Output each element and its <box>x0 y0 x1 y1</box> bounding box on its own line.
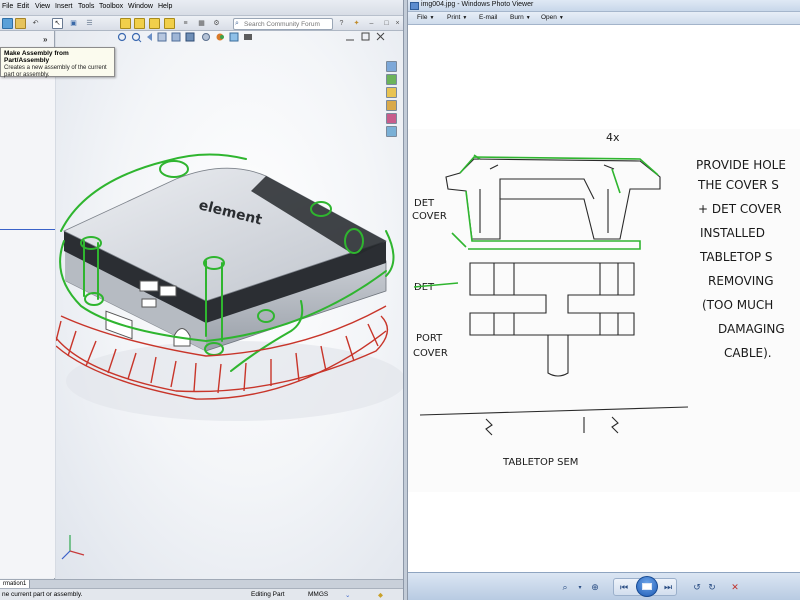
display-icon[interactable]: ▦ <box>196 18 207 29</box>
restore-icon[interactable]: □ <box>381 18 392 29</box>
sketch-note-4: INSTALLED <box>700 226 765 240</box>
layers-icon[interactable]: ≡ <box>180 18 191 29</box>
part-icon[interactable] <box>149 18 160 29</box>
drawing-icon[interactable] <box>134 18 145 29</box>
menu-view[interactable]: View <box>35 3 50 10</box>
menu-tools[interactable]: Tools <box>78 3 94 10</box>
next-icon[interactable]: ⏭ <box>661 580 675 594</box>
select-arrow-icon[interactable]: ↖ <box>52 18 63 29</box>
graphics-viewport[interactable]: element <box>56 31 403 579</box>
zoom-dropdown-icon[interactable]: ▾ <box>573 580 587 594</box>
origin-triad-icon <box>61 535 85 560</box>
sketch-note-8: DAMAGING <box>718 322 785 336</box>
sketch-note-2: THE COVER S <box>697 178 779 192</box>
caret-down-icon: ▼ <box>462 15 468 21</box>
model-enclosure[interactable]: element <box>56 31 403 579</box>
tooltip: Make Assembly from Part/Assembly Creates… <box>0 47 115 78</box>
sketch-label-tabletop-sem: TABLETOP SEM <box>502 457 578 468</box>
cad-menubar: File Edit View Insert Tools Toolbox Wind… <box>0 0 403 16</box>
slideshow-button[interactable] <box>636 576 658 597</box>
rebuild-status-icon[interactable]: ◆ <box>378 591 383 599</box>
zoom-icon[interactable]: ⌕ <box>558 580 572 594</box>
rebuild-icon[interactable]: ▣ <box>68 18 79 29</box>
menu-insert[interactable]: Insert <box>55 3 73 10</box>
undo-icon[interactable]: ↶ <box>30 18 41 29</box>
caret-down-icon: ▼ <box>525 15 531 21</box>
actual-size-icon[interactable]: ⊕ <box>588 580 602 594</box>
previous-icon[interactable]: ⏮ <box>617 580 631 594</box>
options-icon[interactable]: ☰ <box>84 18 95 29</box>
viewer-menu-file-label: File <box>417 14 428 21</box>
status-units[interactable]: MMGS <box>308 591 328 598</box>
status-bar: ne current part or assembly. Editing Par… <box>0 588 403 600</box>
sketch-note-6: REMOVING <box>708 274 774 288</box>
viewer-titlebar: img004.jpg - Windows Photo Viewer <box>408 0 800 12</box>
tooltip-description: Creates a new assembly of the current pa… <box>4 65 107 78</box>
feature-tree[interactable] <box>0 48 55 578</box>
sketch-photo: 4x DET COVER DET PORT COVER TABLETOP SEM… <box>408 129 800 492</box>
cad-toolbar: ↶ ↖ ▣ ☰ ≡ ▦ ⚙ ⌕ ? ✦ ‒ □ × <box>0 16 403 31</box>
viewer-menubar: File ▼ Print ▼ E-mail Burn ▼ Open ▼ <box>408 12 800 25</box>
slideshow-icon <box>642 583 652 590</box>
viewer-menu-print[interactable]: Print ▼ <box>447 14 467 21</box>
menu-edit[interactable]: Edit <box>17 3 29 10</box>
sketch-note-9: CABLE). <box>724 346 772 360</box>
document-tabs: rmation1 <box>0 579 403 589</box>
viewer-menu-file[interactable]: File ▼ <box>417 14 434 21</box>
help-icon[interactable]: ? <box>336 18 347 29</box>
close-icon[interactable]: × <box>392 18 403 29</box>
viewer-menu-print-label: Print <box>447 14 461 21</box>
sketch-note-3: + DET COVER <box>698 202 782 216</box>
photo-viewer-icon <box>410 2 419 10</box>
sketch-label-port-cover-2: COVER <box>413 348 448 359</box>
lightbulb-icon[interactable]: ✦ <box>351 18 362 29</box>
sketch-note-5: TABLETOP S <box>699 250 773 264</box>
viewer-menu-open[interactable]: Open ▼ <box>541 14 564 21</box>
rotate-counterclockwise-icon[interactable]: ↺ <box>690 580 704 594</box>
assembly-icon[interactable] <box>120 18 131 29</box>
search-box[interactable]: ⌕ <box>233 18 333 30</box>
status-message: ne current part or assembly. <box>2 591 83 598</box>
sketch-label-4x: 4x <box>606 131 620 144</box>
panel-expand-icon[interactable]: » <box>43 35 47 44</box>
delete-icon[interactable]: ✕ <box>728 580 742 594</box>
sketch-pencil-lines <box>419 158 689 436</box>
search-input[interactable] <box>244 20 322 29</box>
sketch-green-markup <box>413 154 659 288</box>
status-mode: Editing Part <box>251 591 285 598</box>
settings-icon[interactable]: ⚙ <box>211 18 222 29</box>
viewer-title: img004.jpg - Windows Photo Viewer <box>421 1 534 8</box>
tooltip-title: Make Assembly from Part/Assembly <box>4 50 69 64</box>
menu-window[interactable]: Window <box>128 3 153 10</box>
tree-selection-line <box>0 229 55 230</box>
viewer-menu-email[interactable]: E-mail <box>479 14 497 21</box>
rotate-clockwise-icon[interactable]: ↻ <box>705 580 719 594</box>
photo-area[interactable]: 4x DET COVER DET PORT COVER TABLETOP SEM… <box>408 25 800 572</box>
sketch-note-7: (TOO MUCH <box>702 298 773 312</box>
viewer-menu-burn[interactable]: Burn ▼ <box>510 14 531 21</box>
caret-down-icon: ▼ <box>429 15 435 21</box>
sketch-note-1: PROVIDE HOLE <box>696 158 786 172</box>
units-chevron-icon[interactable]: ⌄ <box>345 591 350 599</box>
open-folder-icon[interactable] <box>15 18 26 29</box>
minimize-icon[interactable]: ‒ <box>366 18 377 29</box>
viewer-controls-bar: ⌕ ▾ ⊕ ⏮ ⏭ ↺ ↻ ✕ <box>408 572 800 600</box>
feature-manager-panel: » <box>0 31 55 579</box>
menu-file[interactable]: File <box>2 3 13 10</box>
menu-help[interactable]: Help <box>158 3 172 10</box>
caret-down-icon: ▼ <box>558 15 564 21</box>
properties-icon[interactable] <box>164 18 175 29</box>
menu-toolbox[interactable]: Toolbox <box>99 3 123 10</box>
viewer-menu-burn-label: Burn <box>510 14 524 21</box>
sketch-label-det-cover-2: COVER <box>412 211 447 222</box>
search-icon: ⌕ <box>235 20 239 27</box>
photo-viewer-window: img004.jpg - Windows Photo Viewer File ▼ … <box>408 0 800 600</box>
viewer-menu-open-label: Open <box>541 14 557 21</box>
sketch-label-port-cover-1: PORT <box>416 333 443 344</box>
new-document-icon[interactable] <box>2 18 13 29</box>
sketch-label-det-cover-1: DET <box>414 198 435 209</box>
cad-window: File Edit View Insert Tools Toolbox Wind… <box>0 0 403 600</box>
